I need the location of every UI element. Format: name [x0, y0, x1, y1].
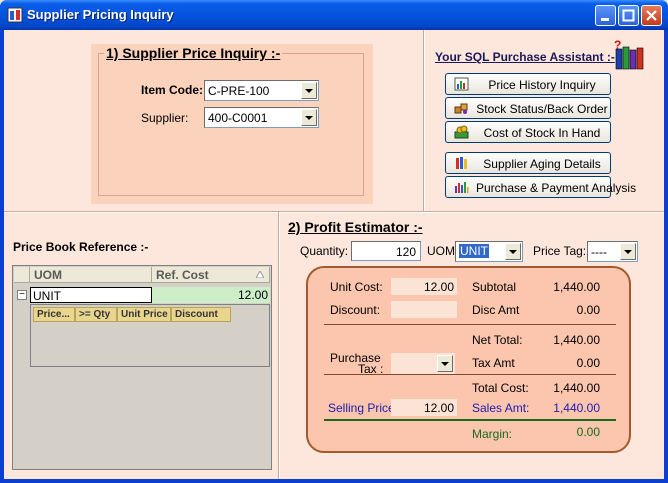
- close-button[interactable]: [641, 5, 662, 26]
- selling-price-label: Selling Price:: [328, 401, 399, 415]
- maximize-icon: [622, 9, 635, 22]
- tax-amt-value: 0.00: [576, 356, 600, 370]
- supplier-combo[interactable]: 400-C0001: [204, 107, 319, 128]
- divider: [423, 30, 425, 211]
- item-code-combo[interactable]: C-PRE-100: [204, 80, 319, 101]
- discount-label: Discount:: [330, 303, 381, 317]
- minimize-icon: [601, 18, 609, 21]
- cell-uom[interactable]: UNIT: [30, 287, 152, 303]
- uom-combo[interactable]: UNIT: [455, 241, 523, 262]
- app-icon: [7, 7, 23, 23]
- tax-amt-label: Tax Amt: [472, 356, 515, 370]
- title-bar[interactable]: Supplier Pricing Inquiry: [0, 0, 668, 30]
- money-icon: [454, 125, 469, 139]
- unit-cost-label: Unit Cost:: [330, 280, 383, 294]
- collapse-toggle[interactable]: −: [17, 290, 27, 300]
- button-label: Supplier Aging Details: [483, 157, 601, 171]
- divider: [278, 212, 280, 479]
- separator: [324, 419, 616, 421]
- app-window: Supplier Pricing Inquiry 1) Supplier Pri…: [0, 0, 668, 483]
- net-total-value: 1,440.00: [553, 333, 600, 347]
- separator: [324, 324, 616, 325]
- inquiry-title: 1) Supplier Price Inquiry :-: [104, 45, 283, 61]
- column-header-ref-cost[interactable]: Ref. Cost: [152, 267, 270, 283]
- estimator-title: 2) Profit Estimator :-: [288, 219, 423, 235]
- price-tag-label: Price Tag:: [533, 244, 587, 258]
- disc-amt-label: Disc Amt: [472, 303, 520, 317]
- subtotal-value: 1,440.00: [553, 280, 600, 294]
- boxes-icon: [454, 103, 468, 114]
- purchase-tax-combo[interactable]: [391, 353, 455, 374]
- button-label: Stock Status/Back Order: [476, 102, 608, 116]
- total-cost-label: Total Cost:: [472, 381, 529, 395]
- button-label: Cost of Stock In Hand: [483, 126, 601, 140]
- supplier-aging-button[interactable]: Supplier Aging Details: [445, 152, 611, 174]
- discount-field[interactable]: [391, 301, 457, 318]
- assistant-title: Your SQL Purchase Assistant :-: [435, 50, 615, 64]
- client-area: 1) Supplier Price Inquiry :- Item Code: …: [4, 30, 664, 479]
- books-icon: [456, 157, 467, 169]
- dropdown-arrow-icon[interactable]: [301, 109, 317, 126]
- quantity-input[interactable]: 120: [351, 241, 421, 261]
- disc-amt-value: 0.00: [576, 303, 600, 317]
- selling-price-field[interactable]: 12.00: [391, 399, 457, 416]
- sales-amt-value: 1,440.00: [553, 401, 600, 415]
- dropdown-arrow-icon[interactable]: [505, 243, 521, 260]
- price-tag-value: ----: [591, 245, 607, 259]
- maximize-button[interactable]: [618, 5, 639, 26]
- unit-cost-field[interactable]: 12.00: [391, 278, 457, 295]
- separator: [324, 374, 616, 375]
- net-total-label: Net Total:: [472, 333, 523, 347]
- table-row[interactable]: − UNIT 12.00: [14, 287, 270, 303]
- item-code-value: C-PRE-100: [208, 84, 270, 98]
- window-title: Supplier Pricing Inquiry: [27, 7, 174, 22]
- price-history-button[interactable]: Price History Inquiry: [445, 73, 611, 95]
- subtotal-label: Subtotal: [472, 280, 517, 294]
- supplier-value: 400-C0001: [208, 111, 268, 125]
- button-label: Purchase & Payment Analysis: [476, 181, 637, 195]
- close-icon: [646, 10, 657, 21]
- cell-ref-cost[interactable]: 12.00: [152, 287, 270, 303]
- total-cost-value: 1,440.00: [553, 381, 600, 395]
- price-tag-combo[interactable]: ----: [587, 241, 638, 262]
- margin-label: Margin:: [472, 427, 513, 441]
- cost-of-stock-button[interactable]: Cost of Stock In Hand: [445, 121, 611, 143]
- purchase-payment-button[interactable]: Purchase & Payment Analysis: [445, 176, 637, 198]
- column-header-uom[interactable]: UOM: [30, 267, 152, 283]
- subcolumn-header[interactable]: Price...: [33, 307, 75, 322]
- bar-chart-icon: [455, 182, 469, 193]
- quantity-label: Quantity:: [300, 244, 349, 258]
- chart-icon: [454, 77, 469, 91]
- minimize-button[interactable]: [595, 5, 616, 26]
- books-question-icon: ?: [614, 39, 644, 70]
- subcolumn-header[interactable]: Unit Price: [117, 307, 171, 322]
- item-code-label: Item Code:: [141, 83, 204, 97]
- dropdown-arrow-icon[interactable]: [437, 355, 453, 372]
- price-book-title: Price Book Reference :-: [13, 240, 149, 254]
- sort-ascending-icon: [256, 271, 264, 278]
- dropdown-arrow-icon[interactable]: [620, 243, 636, 260]
- grid-corner: [14, 267, 30, 283]
- sales-amt-label: Sales Amt:: [472, 401, 530, 415]
- uom-value: UNIT: [459, 244, 489, 258]
- uom-label: UOM:: [427, 244, 459, 258]
- supplier-label: Supplier:: [141, 111, 189, 125]
- subcolumn-header[interactable]: >= Qty: [75, 307, 117, 322]
- svg-text:?: ?: [614, 39, 621, 52]
- subcolumn-header[interactable]: Discount: [171, 307, 231, 322]
- margin-value: 0.00: [576, 425, 600, 439]
- price-book-grid[interactable]: UOM Ref. Cost − UNIT 12.00 Price... >= Q…: [12, 265, 272, 470]
- dropdown-arrow-icon[interactable]: [301, 82, 317, 99]
- stock-status-button[interactable]: Stock Status/Back Order: [445, 97, 611, 119]
- button-label: Price History Inquiry: [488, 78, 596, 92]
- divider: [4, 211, 664, 213]
